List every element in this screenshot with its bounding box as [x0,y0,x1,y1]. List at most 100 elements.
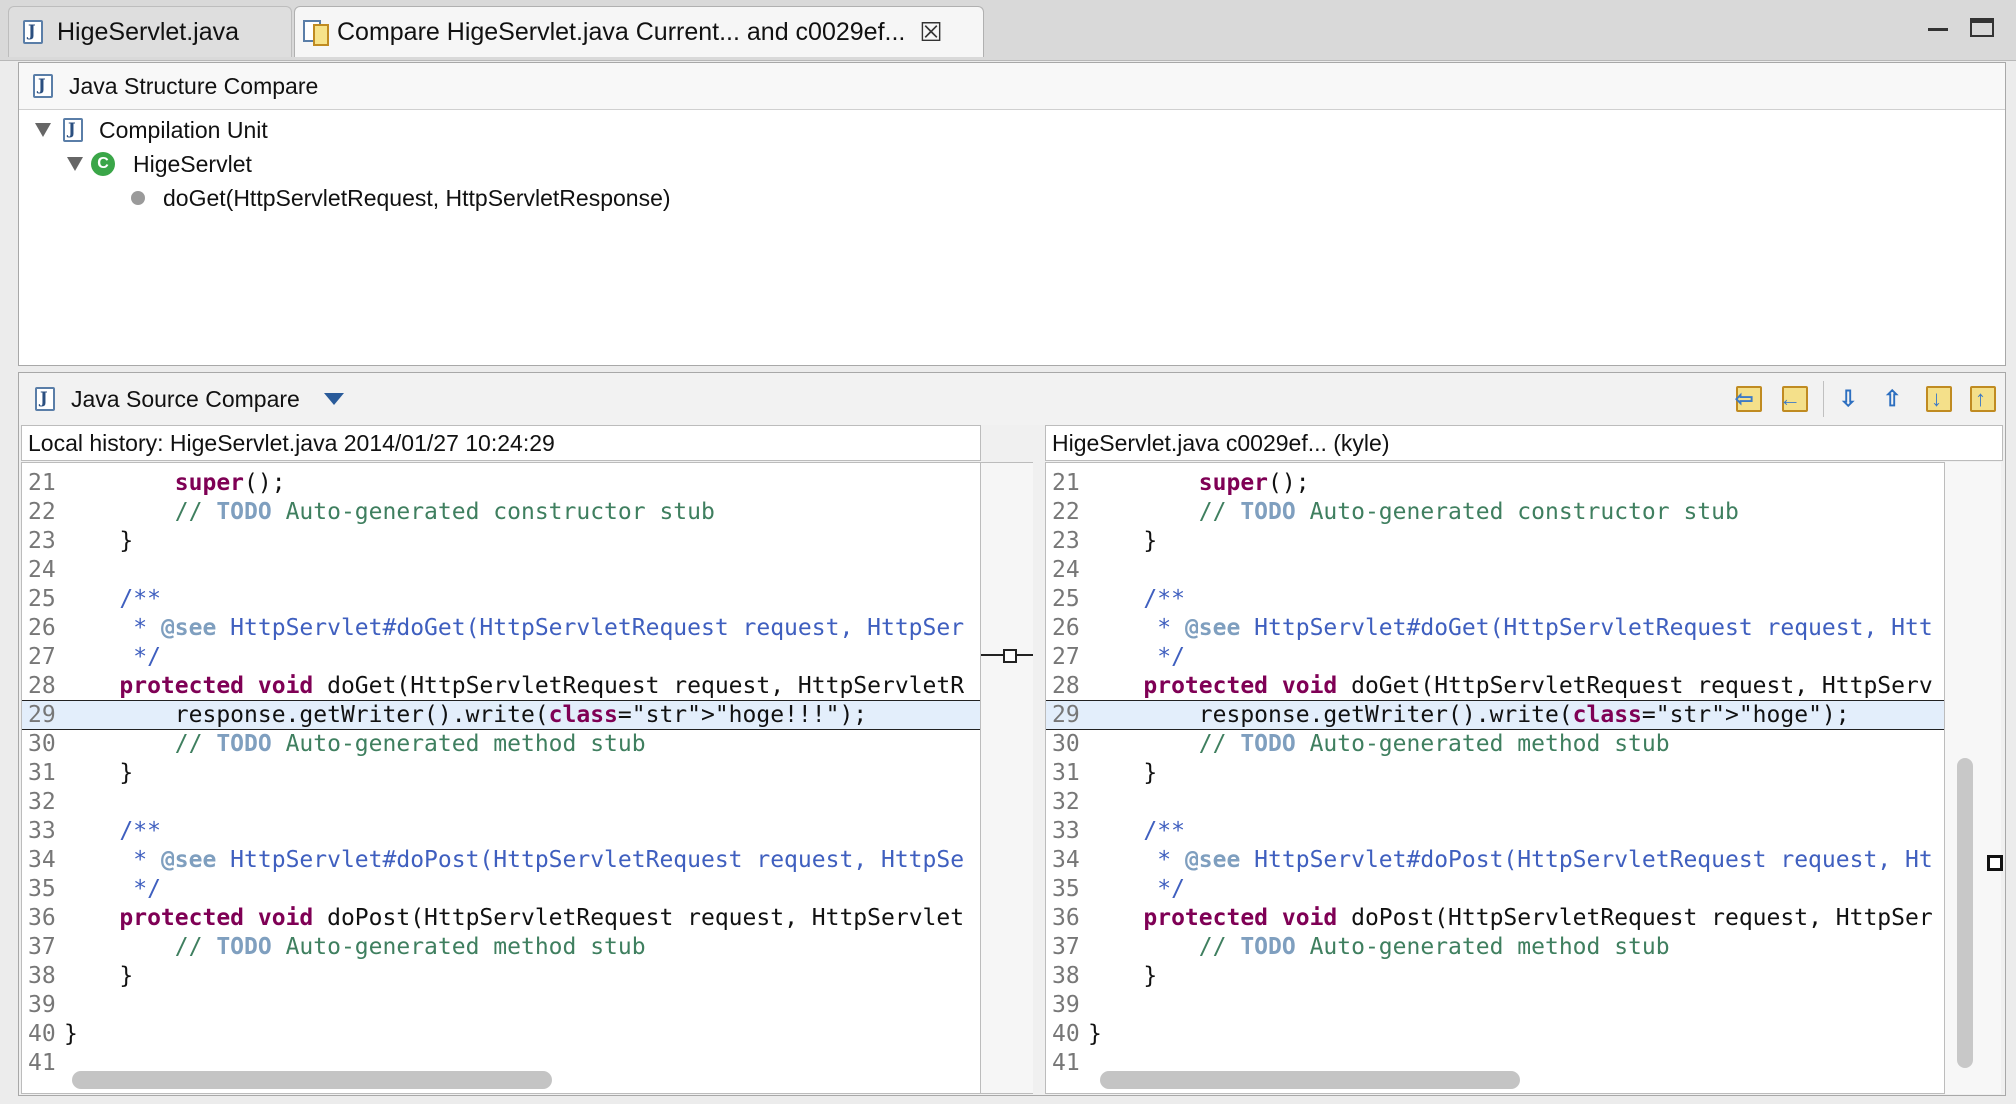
code-line: 25 /** [22,585,980,613]
code-text: } [64,528,134,554]
line-number: 35 [1052,876,1080,902]
code-line: 31 } [22,759,980,787]
line-number: 23 [28,528,56,554]
chevron-down-icon[interactable] [323,393,344,405]
code-line: 27 */ [22,643,980,671]
code-line: 38 } [22,962,980,990]
left-code-editor[interactable]: 21 super(); 22 // TODO Auto-generated con… [21,462,981,1094]
next-difference-icon[interactable]: ⇩ [1835,383,1867,415]
code-line: 34 * @see HttpServlet#doPost(HttpServlet… [22,846,980,874]
line-number: 34 [1052,847,1080,873]
maximize-icon[interactable] [1970,18,1994,37]
code-text: */ [1088,876,1185,902]
code-text: /** [1088,586,1185,612]
line-number: 26 [28,615,56,641]
line-number: 36 [1052,905,1080,931]
line-number: 22 [28,499,56,525]
line-number: 37 [1052,934,1080,960]
code-line: 33 /** [1046,817,1944,845]
previous-difference-icon[interactable]: ⇧ [1879,383,1911,415]
line-number: 28 [28,673,56,699]
line-number: 23 [1052,528,1080,554]
overview-difference-marker[interactable] [1987,855,2003,871]
left-pane-title: Local history: HigeServlet.java 2014/01/… [21,425,981,461]
code-text: // TODO Auto-generated method stub [1198,934,1670,960]
line-number: 28 [1052,673,1080,699]
tree-item-label: HigeServlet [133,150,252,177]
close-icon[interactable]: ☒ [919,17,942,48]
tab-compare[interactable]: Compare HigeServlet.java Current... and … [294,6,984,57]
code-line: 40} [22,1020,980,1048]
code-text: // TODO Auto-generated constructor stub [174,499,715,525]
line-number: 40 [1052,1021,1080,1047]
code-line: 37 // TODO Auto-generated method stub [1046,933,1944,961]
code-line: 35 */ [1046,875,1944,903]
copy-current-left-icon[interactable]: ← [1779,383,1811,415]
code-text: /** [64,818,161,844]
code-text: * @see HttpServlet#doPost(HttpServletReq… [1088,847,1933,873]
copy-all-left-icon[interactable]: ⇦ [1733,383,1765,415]
right-code-editor[interactable]: 21 super(); 22 // TODO Auto-generated con… [1045,462,1945,1094]
line-number: 39 [1052,992,1080,1018]
code-line: 27 */ [1046,643,1944,671]
line-number: 29 [1052,702,1080,728]
code-text: response.getWriter().write(class="str">"… [64,702,868,728]
java-structure-compare-panel: Java Structure Compare Compilation Unit … [18,62,2006,366]
code-line: 24 [1046,556,1944,584]
tab-higeservlet-java[interactable]: HigeServlet.java [8,6,292,57]
code-line: 28 protected void doGet(HttpServletReque… [1046,672,1944,700]
tree-item-higeservlet[interactable]: C HigeServlet [67,147,252,181]
class-icon: C [91,152,115,176]
code-text: } [64,963,134,989]
code-line: 22 // TODO Auto-generated constructor st… [1046,498,1944,526]
line-number: 35 [28,876,56,902]
line-number: 21 [28,470,56,496]
code-line: 23 } [22,527,980,555]
previous-change-icon[interactable]: ↑ [1967,383,1999,415]
line-number: 24 [1052,557,1080,583]
horizontal-scrollbar[interactable] [1100,1071,1520,1089]
java-file-icon [33,74,53,98]
diff-connector-marker[interactable] [1003,649,1017,663]
expand-triangle-icon[interactable] [35,123,51,137]
code-line: 36 protected void doPost(HttpServletRequ… [1046,904,1944,932]
code-line: 29 response.getWriter().write(class="str… [1046,701,1944,729]
line-number: 32 [1052,789,1080,815]
line-number: 38 [28,963,56,989]
code-line: 38 } [1046,962,1944,990]
line-number: 27 [28,644,56,670]
line-number: 40 [28,1021,56,1047]
java-source-compare-panel: Java Source Compare ⇦ ← ⇩ ⇧ ↓ ↑ Local hi… [18,372,2006,1096]
code-line: 33 /** [22,817,980,845]
line-number: 36 [28,905,56,931]
tab-label: Compare HigeServlet.java Current... and … [337,17,906,46]
code-text: } [1088,528,1158,554]
tree-item-doget[interactable]: doGet(HttpServletRequest, HttpServletRes… [131,181,671,215]
code-line: 21 super(); [1046,469,1944,497]
source-header: Java Source Compare [19,373,2005,425]
code-line: 31 } [1046,759,1944,787]
code-text: protected void doGet(HttpServletRequest … [1143,673,1933,699]
line-number: 29 [28,702,56,728]
horizontal-scrollbar[interactable] [72,1071,552,1089]
line-number: 38 [1052,963,1080,989]
line-number: 41 [1052,1050,1080,1076]
compare-icon [301,18,329,46]
line-number: 25 [1052,586,1080,612]
vertical-scrollbar[interactable] [1945,462,2003,1094]
code-line: 23 } [1046,527,1944,555]
line-number: 34 [28,847,56,873]
scrollbar-thumb[interactable] [1957,758,1973,1068]
code-text: } [1088,760,1158,786]
right-pane-title: HigeServlet.java c0029ef... (kyle) [1045,425,2003,461]
code-line: 21 super(); [22,469,980,497]
expand-triangle-icon[interactable] [67,157,83,171]
code-text: } [64,760,134,786]
line-number: 27 [1052,644,1080,670]
code-line: 32 [1046,788,1944,816]
panel-title: Java Structure Compare [69,72,319,99]
code-text: /** [1088,818,1185,844]
next-change-icon[interactable]: ↓ [1923,383,1955,415]
minimize-icon[interactable] [1928,18,1948,31]
tree-item-compilation-unit[interactable]: Compilation Unit [35,113,268,147]
